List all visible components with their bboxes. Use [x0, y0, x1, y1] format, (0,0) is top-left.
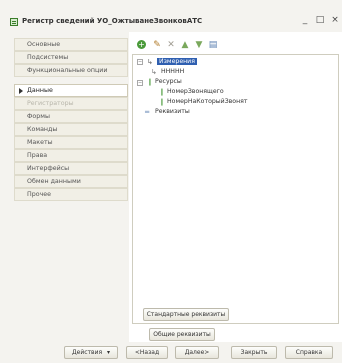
- add-icon[interactable]: +: [137, 40, 146, 49]
- structure-tree[interactable]: − ↳ Измерения ↳ НННHН − ❙ Ресурсы ❙ Номе…: [132, 54, 339, 324]
- dimensions-icon: ↳: [147, 58, 153, 66]
- tree-node-dimension-child[interactable]: НННHН: [161, 67, 184, 77]
- standard-requisites-button[interactable]: Стандартные реквизиты: [143, 308, 229, 321]
- collapse-resources-icon[interactable]: −: [137, 80, 143, 86]
- sidebar-item-other[interactable]: Прочее: [14, 188, 128, 201]
- resource-icon: ❙: [159, 98, 165, 106]
- move-down-icon[interactable]: ▼: [193, 39, 205, 51]
- next-button[interactable]: Далее>: [175, 346, 219, 359]
- dimension-field-icon: ↳: [151, 68, 157, 76]
- sidebar-item-forms[interactable]: Формы: [14, 110, 128, 123]
- collapse-dimensions-icon[interactable]: −: [137, 59, 143, 65]
- actions-button[interactable]: Действия ▾: [64, 346, 118, 359]
- sidebar-item-main[interactable]: Основные: [14, 38, 128, 51]
- sidebar-item-data-exchange[interactable]: Обмен данными: [14, 175, 128, 188]
- tree-node-requisites[interactable]: Реквизиты: [155, 107, 190, 117]
- minimize-button[interactable]: _: [300, 14, 310, 26]
- sidebar-item-commands[interactable]: Команды: [14, 123, 128, 136]
- actions-label: Действия: [71, 349, 103, 356]
- tree-node-resource-caller[interactable]: НомерЗвонящего: [167, 87, 224, 97]
- sidebar-item-data[interactable]: Данные: [14, 84, 128, 97]
- resources-icon: ❙: [147, 78, 153, 86]
- tree-node-resource-callee[interactable]: НомерНаКоторыйЗвонят: [167, 97, 247, 107]
- delete-icon[interactable]: ✕: [165, 39, 177, 51]
- register-window: Регистр сведений УО_ОжтыванеЗвонковАТС _…: [0, 0, 342, 363]
- data-panel: + ✎ ✕ ▲ ▼ ▤ − ↳ Измерения ↳ НННHН − ❙ Ре…: [129, 32, 342, 343]
- sidebar: Основные Подсистемы Функциональные опции…: [14, 38, 128, 342]
- chevron-down-icon: ▾: [107, 349, 111, 356]
- requisites-icon: ═: [145, 108, 150, 116]
- sidebar-item-rights[interactable]: Права: [14, 149, 128, 162]
- bottom-bar: Действия ▾ <Назад Далее> Закрыть Справка: [0, 342, 342, 363]
- close-button[interactable]: Закрыть: [231, 346, 277, 359]
- document-icon[interactable]: ▤: [207, 39, 219, 51]
- sidebar-item-templates[interactable]: Макеты: [14, 136, 128, 149]
- edit-icon[interactable]: ✎: [151, 39, 163, 51]
- tree-label-dimensions: Измерения: [157, 58, 197, 65]
- register-icon: [10, 18, 18, 26]
- close-icon[interactable]: ×: [330, 14, 340, 26]
- help-button[interactable]: Справка: [285, 346, 333, 359]
- resource-icon: ❙: [159, 88, 165, 96]
- sidebar-item-recorders[interactable]: Регистраторы: [14, 97, 128, 110]
- sidebar-item-subsystems[interactable]: Подсистемы: [14, 51, 128, 64]
- window-title: Регистр сведений УО_ОжтыванеЗвонковАТС: [22, 17, 203, 25]
- back-button[interactable]: <Назад: [126, 346, 168, 359]
- tree-node-resources[interactable]: Ресурсы: [155, 77, 182, 87]
- move-up-icon[interactable]: ▲: [179, 39, 191, 51]
- tree-node-dimensions[interactable]: Измерения: [157, 57, 197, 67]
- common-requisites-button[interactable]: Общие реквизиты: [149, 328, 215, 341]
- sidebar-item-interfaces[interactable]: Интерфейсы: [14, 162, 128, 175]
- maximize-button[interactable]: □: [315, 14, 325, 26]
- sidebar-item-functional-options[interactable]: Функциональные опции: [14, 64, 128, 77]
